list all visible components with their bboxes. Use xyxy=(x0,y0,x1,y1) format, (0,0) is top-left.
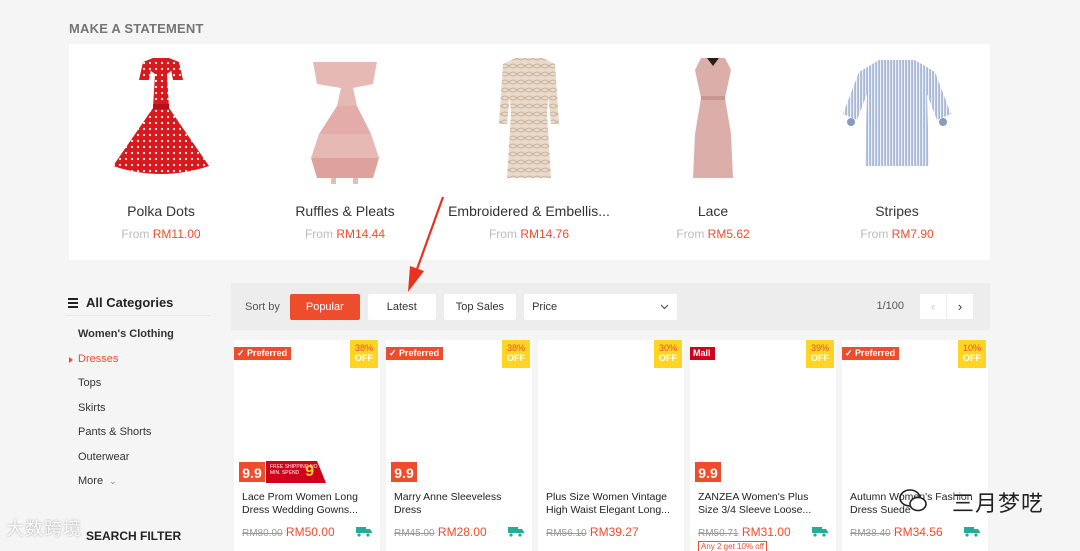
sort-bar: Sort by Popular Latest Top Sales Price 1… xyxy=(231,283,990,330)
product-card[interactable]: ✓ Preferred 38% OFF 9.9 Marry Anne Sleeve… xyxy=(386,340,532,551)
category-sidebar: All Categories Women's Clothing Dresses … xyxy=(66,290,211,494)
price-sort-select[interactable]: Price xyxy=(524,293,678,320)
category-price: From RM7.90 xyxy=(860,227,934,241)
category-card-stripes[interactable]: Stripes From RM7.90 xyxy=(805,44,989,260)
sidebar-item-dresses[interactable]: Dresses xyxy=(66,347,211,372)
category-card-embroidered[interactable]: Embroidered & Embellis... From RM14.76 xyxy=(437,44,621,260)
watermark-right: 三月梦呓 xyxy=(951,491,1044,516)
search-filter-heading: SEARCH FILTER xyxy=(86,529,182,543)
preferred-badge: ✓ Preferred xyxy=(386,347,444,360)
product-card[interactable]: Mall 39% OFF 9.9 ZANZEA Women's Plus Size… xyxy=(690,340,836,551)
sort-by-label: Sort by xyxy=(245,300,280,313)
sort-latest-button[interactable]: Latest xyxy=(367,293,436,320)
product-card[interactable]: 30% OFF Plus Size Women Vintage High Wais… xyxy=(538,340,684,551)
product-price: RM45.00 RM28.00 xyxy=(394,525,487,539)
discount-badge: 39% OFF xyxy=(806,340,834,368)
discount-badge: 30% OFF xyxy=(654,340,682,368)
ruffle-dress-image xyxy=(311,62,379,184)
polka-dot-dress-image xyxy=(113,58,209,174)
next-page-button[interactable]: › xyxy=(947,294,973,319)
sort-top-sales-button[interactable]: Top Sales xyxy=(443,293,517,320)
preferred-badge: ✓ Preferred xyxy=(842,347,900,360)
sidebar-item-pants-shorts[interactable]: Pants & Shorts xyxy=(66,420,211,445)
sidebar-item-outerwear[interactable]: Outerwear xyxy=(66,445,211,470)
sidebar-item-tops[interactable]: Tops xyxy=(66,371,211,396)
sidebar-item-womens-clothing[interactable]: Women's Clothing xyxy=(66,322,211,347)
bundle-promo-label: Any 2 get 10% off xyxy=(698,541,768,551)
sale-99-badge: 9.9 xyxy=(390,461,418,483)
sale-99-badge: 9.9 xyxy=(694,461,722,483)
product-price: RM38.40 RM34.56 xyxy=(850,525,943,539)
category-card-lace[interactable]: Lace From RM5.62 xyxy=(621,44,805,260)
category-name: Polka Dots xyxy=(127,203,195,219)
statement-panel: Polka Dots From RM11.00 Ruffles & Pleats… xyxy=(69,44,990,260)
free-shipping-banner: FREE SHIPPING NO MIN. SPEND 9 xyxy=(266,461,326,483)
product-card[interactable]: ✓ Preferred 10% OFF Autumn Women's Fashio… xyxy=(842,340,988,551)
category-name: Stripes xyxy=(875,203,919,219)
all-categories-heading[interactable]: All Categories xyxy=(66,290,211,316)
chevron-down-icon xyxy=(660,304,669,309)
category-card-ruffles[interactable]: Ruffles & Pleats From RM14.44 xyxy=(253,44,437,260)
sidebar-item-skirts[interactable]: Skirts xyxy=(66,396,211,421)
product-name: Plus Size Women Vintage High Waist Elega… xyxy=(546,491,670,516)
sale-99-badge: 9.9 xyxy=(238,461,266,483)
category-price: From RM14.76 xyxy=(488,227,570,241)
category-name: Embroidered & Embellis... xyxy=(448,203,610,219)
prev-page-button[interactable]: ‹ xyxy=(920,294,946,319)
lace-dress-image xyxy=(693,58,733,178)
product-grid: ✓ Preferred 38% OFF 9.9 FREE SHIPPING NO … xyxy=(231,340,990,551)
list-icon xyxy=(68,298,78,308)
shipping-truck-icon xyxy=(508,527,524,537)
preferred-badge: ✓ Preferred xyxy=(234,347,292,360)
shipping-truck-icon xyxy=(964,527,980,537)
embroidered-dress-image xyxy=(499,58,559,178)
category-price: From RM14.44 xyxy=(304,227,386,241)
product-name: Marry Anne Sleeveless Dress xyxy=(394,491,502,516)
wechat-icon xyxy=(899,489,927,512)
product-name: Lace Prom Women Long Dress Wedding Gowns… xyxy=(242,491,358,516)
category-name: Lace xyxy=(697,203,729,219)
section-title: MAKE A STATEMENT xyxy=(69,21,204,36)
product-price: RM56.10 RM39.27 xyxy=(546,525,639,539)
page-indicator: 1/100 xyxy=(876,300,904,312)
category-name: Ruffles & Pleats xyxy=(295,203,395,219)
sort-popular-button[interactable]: Popular xyxy=(289,293,360,320)
watermark-left: 大数跨境 xyxy=(6,519,82,539)
product-name: ZANZEA Women's Plus Size 3/4 Sleeve Loos… xyxy=(698,491,812,516)
product-price: RM80.00 RM50.00 xyxy=(242,525,335,539)
striped-top-image xyxy=(843,60,951,166)
product-card[interactable]: ✓ Preferred 38% OFF 9.9 FREE SHIPPING NO … xyxy=(234,340,380,551)
category-card-polka-dots[interactable]: Polka Dots From RM11.00 xyxy=(69,44,253,260)
product-price: RM50.71 RM31.00 xyxy=(698,525,791,539)
sidebar-item-more[interactable]: More ⌄ xyxy=(66,469,211,494)
discount-badge: 38% OFF xyxy=(350,340,378,368)
category-price: From RM5.62 xyxy=(676,227,750,241)
category-price: From RM11.00 xyxy=(121,227,201,241)
shipping-truck-icon xyxy=(356,527,372,537)
discount-badge: 38% OFF xyxy=(502,340,530,368)
discount-badge: 10% OFF xyxy=(958,340,986,368)
shipping-truck-icon xyxy=(812,527,828,537)
chevron-left-icon: ‹ xyxy=(930,299,936,314)
mall-badge: Mall xyxy=(690,347,715,360)
chevron-down-icon: ⌄ xyxy=(109,476,117,486)
chevron-right-icon: › xyxy=(957,299,963,314)
